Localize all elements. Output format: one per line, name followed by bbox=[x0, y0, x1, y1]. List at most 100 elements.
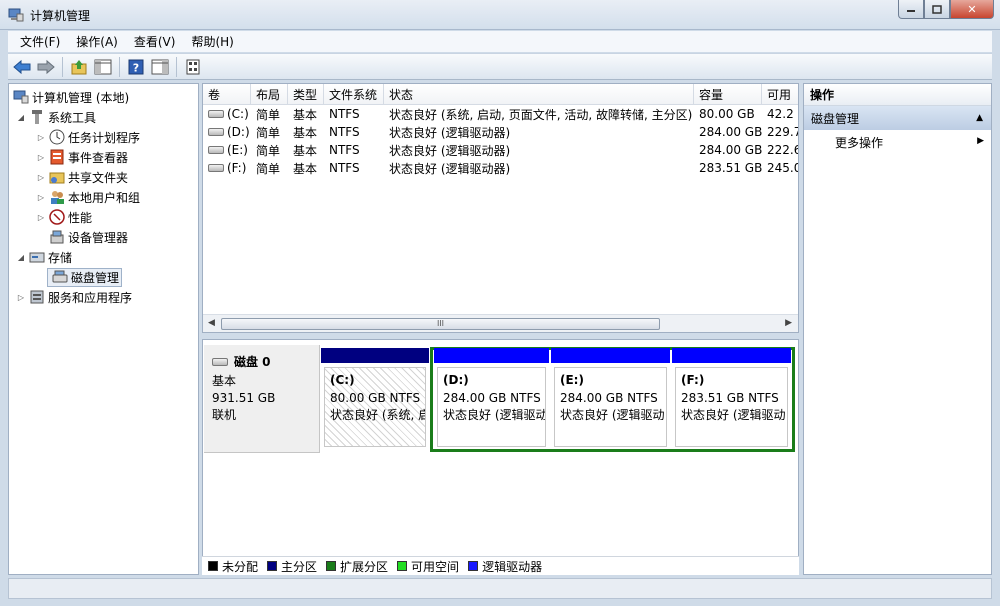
column-header-layout[interactable]: 布局 bbox=[251, 84, 288, 104]
tree-item-performance[interactable]: ▷ 性能 bbox=[9, 207, 198, 227]
tree-item-system-tools[interactable]: ◢ 系统工具 bbox=[9, 107, 198, 127]
column-header-filesystem[interactable]: 文件系统 bbox=[324, 84, 384, 104]
show-hide-action-icon bbox=[151, 59, 169, 74]
partition-e[interactable]: (E:) 284.00 GB NTFS 状态良好 (逻辑驱动 bbox=[551, 348, 670, 450]
partition-d[interactable]: (D:) 284.00 GB NTFS 状态良好 (逻辑驱动 bbox=[434, 348, 549, 450]
disk-name-row: 磁盘 0 bbox=[212, 353, 319, 370]
table-cell: 229.7 bbox=[767, 125, 798, 139]
partition-body: (D:) 284.00 GB NTFS 状态良好 (逻辑驱动 bbox=[437, 367, 546, 447]
section-label: 磁盘管理 bbox=[811, 111, 860, 126]
tree-label: 设备管理器 bbox=[68, 230, 129, 245]
tree-label: 系统工具 bbox=[48, 110, 97, 125]
up-button[interactable] bbox=[68, 56, 90, 78]
partition-label: (F:) bbox=[681, 373, 705, 387]
expand-arrow-icon[interactable]: ▷ bbox=[35, 153, 47, 162]
table-cell: 284.00 GB bbox=[699, 125, 762, 139]
legend-label: 逻辑驱动器 bbox=[482, 559, 543, 574]
partition-size: 284.00 GB NTFS bbox=[443, 391, 541, 405]
tree-item-disk-management[interactable]: 磁盘管理 bbox=[9, 267, 198, 287]
table-cell: 283.51 GB bbox=[699, 161, 762, 175]
tree-label: 事件查看器 bbox=[68, 150, 129, 165]
forward-button[interactable] bbox=[35, 56, 57, 78]
expand-arrow-icon[interactable]: ▷ bbox=[35, 193, 47, 202]
table-row[interactable]: (D:) 简单 基本 NTFS 状态良好 (逻辑驱动器) 284.00 GB 229.7 bbox=[203, 123, 798, 141]
tree-label: 性能 bbox=[68, 210, 93, 225]
table-cell: 80.00 GB bbox=[699, 107, 755, 121]
logical-drive-bar bbox=[672, 348, 791, 363]
scroll-left-icon[interactable]: ◀ bbox=[208, 318, 215, 328]
tree-item-device-manager[interactable]: 设备管理器 bbox=[9, 227, 198, 247]
menu-view[interactable]: 查看(V) bbox=[126, 33, 184, 50]
tree-item-services-apps[interactable]: ▷ 服务和应用程序 bbox=[9, 287, 198, 307]
table-cell: 284.00 GB bbox=[699, 143, 762, 157]
table-row[interactable]: (C:) 简单 基本 NTFS 状态良好 (系统, 启动, 页面文件, 活动, 故障转储… bbox=[203, 105, 798, 123]
partition-legend: 未分配 主分区 扩展分区 可用空间 逻辑驱动器 bbox=[202, 556, 799, 575]
table-cell: 简单 bbox=[256, 125, 281, 140]
table-cell: 简单 bbox=[256, 107, 281, 122]
column-header-status[interactable]: 状态 bbox=[384, 84, 694, 104]
horizontal-scrollbar[interactable]: ◀ III ▶ bbox=[203, 314, 798, 332]
minimize-button[interactable] bbox=[898, 0, 924, 19]
column-header-volume[interactable]: 卷 bbox=[203, 84, 251, 104]
partition-body: (F:) 283.51 GB NTFS 状态良好 (逻辑驱动 bbox=[675, 367, 788, 447]
disk-info-panel[interactable]: 磁盘 0 基本 931.51 GB 联机 bbox=[204, 345, 320, 453]
properties-button[interactable] bbox=[182, 56, 204, 78]
expand-arrow-icon[interactable]: ▷ bbox=[35, 173, 47, 182]
tree-label: 本地用户和组 bbox=[68, 190, 141, 205]
partition-body: (C:) 80.00 GB NTFS 状态良好 (系统, 启 bbox=[324, 367, 426, 447]
scroll-right-icon[interactable]: ▶ bbox=[785, 318, 792, 328]
partition-label: (E:) bbox=[560, 373, 584, 387]
expand-arrow-icon[interactable]: ▷ bbox=[15, 293, 27, 302]
tree-item-local-users[interactable]: ▷ 本地用户和组 bbox=[9, 187, 198, 207]
close-button[interactable]: ✕ bbox=[950, 0, 994, 19]
scroll-thumb[interactable]: III bbox=[221, 318, 660, 330]
more-actions-item[interactable]: 更多操作 ▶ bbox=[804, 130, 991, 154]
partition-status: 状态良好 (逻辑驱动 bbox=[443, 408, 546, 422]
window-title: 计算机管理 bbox=[30, 9, 91, 23]
tree-item-root[interactable]: 计算机管理 (本地) bbox=[9, 87, 198, 107]
show-hide-action-button[interactable] bbox=[149, 56, 171, 78]
tree-item-shared-folders[interactable]: ▷ 共享文件夹 bbox=[9, 167, 198, 187]
table-cell: NTFS bbox=[329, 107, 360, 121]
maximize-button[interactable] bbox=[924, 0, 950, 19]
menu-help[interactable]: 帮助(H) bbox=[183, 33, 241, 50]
volume-list-header: 卷 布局 类型 文件系统 状态 容量 可用 bbox=[203, 84, 798, 105]
actions-section-disk-management[interactable]: 磁盘管理 ▲ bbox=[804, 106, 991, 130]
navigation-tree: 计算机管理 (本地) ◢ 系统工具 ▷ 任务计划程序 ▷ 事件查看器 ▷ 共享文… bbox=[8, 83, 199, 575]
logical-drive-bar bbox=[551, 348, 670, 363]
table-cell: NTFS bbox=[329, 125, 360, 139]
table-cell: NTFS bbox=[329, 161, 360, 175]
column-header-free[interactable]: 可用 bbox=[762, 84, 798, 104]
menu-action[interactable]: 操作(A) bbox=[68, 33, 126, 50]
back-arrow-icon bbox=[13, 59, 31, 74]
menu-file[interactable]: 文件(F) bbox=[12, 33, 68, 50]
legend-swatch bbox=[267, 561, 278, 571]
table-row[interactable]: (E:) 简单 基本 NTFS 状态良好 (逻辑驱动器) 284.00 GB 222.6 bbox=[203, 141, 798, 159]
legend-logical: 逻辑驱动器 bbox=[468, 558, 542, 575]
collapse-arrow-icon[interactable]: ◢ bbox=[15, 253, 27, 262]
expand-arrow-icon[interactable]: ▷ bbox=[35, 133, 47, 142]
show-hide-tree-button[interactable] bbox=[92, 56, 114, 78]
more-actions-label: 更多操作 bbox=[835, 135, 884, 150]
close-icon: ✕ bbox=[967, 2, 977, 16]
partition-c[interactable]: (C:) 80.00 GB NTFS 状态良好 (系统, 启 bbox=[321, 348, 429, 450]
collapse-up-icon[interactable]: ▲ bbox=[976, 113, 983, 123]
logical-drive-bar bbox=[434, 348, 549, 363]
partition-f[interactable]: (F:) 283.51 GB NTFS 状态良好 (逻辑驱动 bbox=[672, 348, 791, 450]
expand-arrow-icon[interactable]: ▷ bbox=[35, 213, 47, 222]
column-header-type[interactable]: 类型 bbox=[288, 84, 324, 104]
disk-management-icon bbox=[52, 270, 68, 283]
tree-item-task-scheduler[interactable]: ▷ 任务计划程序 bbox=[9, 127, 198, 147]
tree-item-event-viewer[interactable]: ▷ 事件查看器 bbox=[9, 147, 198, 167]
tree-item-storage[interactable]: ◢ 存储 bbox=[9, 247, 198, 267]
back-button[interactable] bbox=[11, 56, 33, 78]
tree-selection: 磁盘管理 bbox=[47, 267, 123, 287]
column-header-capacity[interactable]: 容量 bbox=[694, 84, 762, 104]
legend-swatch bbox=[397, 561, 408, 571]
collapse-arrow-icon[interactable]: ◢ bbox=[15, 113, 27, 122]
legend-swatch bbox=[208, 561, 218, 571]
table-row[interactable]: (F:) 简单 基本 NTFS 状态良好 (逻辑驱动器) 283.51 GB 245.0 bbox=[203, 159, 798, 177]
legend-label: 主分区 bbox=[281, 559, 318, 574]
volume-icon bbox=[208, 110, 224, 118]
help-button[interactable]: ? bbox=[125, 56, 147, 78]
